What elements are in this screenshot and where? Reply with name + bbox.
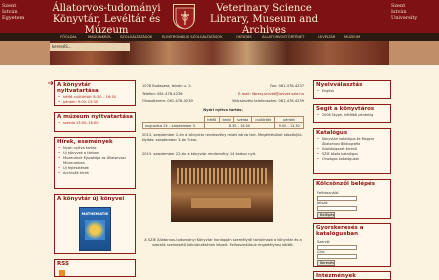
library-hours-item: péntek: 9:00–13:30	[55, 100, 135, 105]
library-reading-room-photo	[171, 160, 273, 222]
search-button[interactable]: Keresés	[317, 260, 335, 266]
notice-text-1: 2015. szeptember 2-én a könyvtár rendezv…	[142, 133, 303, 142]
language-title: Nyelvválasztás	[316, 82, 363, 88]
catalog-title: Katalógus	[316, 130, 348, 136]
rss-box: RSS	[54, 259, 136, 277]
bookshelf-art	[177, 168, 267, 184]
site-title-hu[interactable]: Állatorvos-tudományi Könyvtár, Levéltár …	[44, 3, 169, 36]
fax-text: Fax: 061-478-4237	[270, 84, 304, 88]
librarian-help-link[interactable]: 2006 Skype, hétfőtől péntekig	[314, 113, 390, 118]
book-cover[interactable]: MATHEMATIK	[79, 207, 111, 251]
museum-hours-title: A múzeum nyitvatartása	[57, 114, 134, 120]
reading-room-phone: Olvasóterem: 061-478-4239	[142, 99, 193, 103]
nav-about[interactable]: MAGUNKRÓL	[88, 34, 111, 40]
nav-museum[interactable]: MÚZEUM	[344, 34, 360, 40]
new-books-box: A könyvtár új könyvei MATHEMATIK	[54, 194, 136, 254]
table-cell: 8.30 – 16.00	[203, 122, 276, 129]
banner-left-edge	[0, 41, 50, 65]
login-button[interactable]: Belépés	[317, 212, 335, 218]
circulation-phone: Kölcsönzési telefonszám: 061-478-4239	[232, 99, 304, 103]
rss-title: RSS	[57, 261, 69, 267]
news-box: Hírek, események Nyári nyitva tartás Új …	[54, 137, 136, 189]
news-link[interactable]: Archivált hírek	[55, 171, 135, 176]
university-label-hu: Szent István Egyetem	[2, 3, 25, 21]
library-hours-box: A könyvtár nyitvatartása hétfő–csütörtök…	[54, 80, 136, 106]
book-cover-title: MATHEMATIK	[81, 212, 109, 216]
catalog-box: Katalógus Könyvtári katalógus és Magyar …	[313, 128, 391, 174]
photo-caption: A SZIE Állatorvos-tudományi Könyvtár hon…	[144, 238, 302, 247]
address-text: 1078 Budapest, István u. 2.	[142, 84, 192, 88]
nav-education[interactable]: OKTATÁS	[236, 34, 252, 40]
librarian-help-box: Segít a könyvtáros 2006 Skype, hétfőtől …	[313, 104, 391, 123]
quick-search-box: Gyorskeresés a katalógusban Szerző: Cím:…	[313, 223, 391, 267]
university-label-en: Szent István University	[391, 3, 418, 21]
museum-hours-box: A múzeum nyitvatartása szerda 13:00–16:0…	[54, 112, 136, 132]
catalog-link[interactable]: Országos katalógusok	[314, 157, 390, 162]
nav-archive[interactable]: LEVÉLTÁR	[318, 34, 335, 40]
email-link[interactable]: E-mail: library.univet@univet.szie.hu	[214, 92, 304, 97]
phone-text: Telefon: 061-478-4236	[142, 92, 183, 96]
librarian-help-title: Segít a könyvtáros	[316, 106, 375, 112]
new-books-title: A könyvtár új könyvei	[57, 196, 125, 202]
title-input[interactable]	[317, 254, 357, 259]
book-cover-art	[85, 220, 105, 240]
loan-login-title: Kölcsönzői belépés	[316, 181, 376, 187]
password-input[interactable]	[317, 206, 357, 211]
institutions-title: Intézmények	[316, 273, 356, 279]
catalog-link[interactable]: Könyvtári katalógus és Magyar Állatorvos…	[314, 137, 390, 147]
summer-hours-heading: Nyári nyitva tartás:	[203, 108, 243, 112]
loan-login-box: Kölcsönzői belépés Felhasználó: Jelszó: …	[313, 179, 391, 219]
table-row: augusztus 24 – szeptember 5. 8.30 – 16.0…	[142, 122, 304, 129]
museum-hours-item: szerda 13:00–16:00	[55, 121, 135, 126]
hours-table: hétfő kedd szerda csütörtök péntek augus…	[142, 116, 304, 129]
banner-search-label[interactable]: kereséS...	[50, 43, 130, 51]
language-link[interactable]: English	[314, 89, 390, 94]
site-title-en[interactable]: Veterinary Science Library, Museum and A…	[199, 3, 329, 36]
institutions-box: Intézmények	[313, 271, 391, 280]
news-link[interactable]: Múzeumok Éjszakája az Állatorvosi Múzeum…	[55, 156, 135, 166]
nav-services[interactable]: SZOLGÁLTATÁSOK	[120, 34, 152, 40]
crest-logo-icon	[173, 4, 195, 30]
table-row-label: augusztus 24 – szeptember 5.	[142, 122, 205, 129]
news-title: Hírek, események	[57, 139, 113, 145]
library-hours-title: A könyvtár nyitvatartása	[57, 82, 99, 94]
nav-e-services[interactable]: ELEKTRONIKUS SZOLGÁLTATÁSOK	[162, 34, 222, 40]
table-art	[191, 198, 251, 208]
breadcrumb-icon	[48, 70, 54, 86]
nav-home[interactable]: FŐOLDAL	[60, 34, 77, 40]
banner-right-edge	[389, 41, 439, 65]
quick-search-title: Gyorskeresés a katalógusban	[316, 225, 364, 237]
notice-text-2: 2015. szeptember 22-én a könyvtár rendez…	[142, 152, 257, 156]
nav-history[interactable]: ÁLLATORVOSTÖRTÉNET	[262, 34, 304, 40]
language-box: Nyelvválasztás English	[313, 80, 391, 99]
rss-icon[interactable]	[59, 270, 65, 276]
table-cell: 9.00 – 13.30	[274, 122, 304, 129]
main-navigation: FŐOLDAL MAGUNKRÓL SZOLGÁLTATÁSOK ELEKTRO…	[0, 33, 439, 41]
